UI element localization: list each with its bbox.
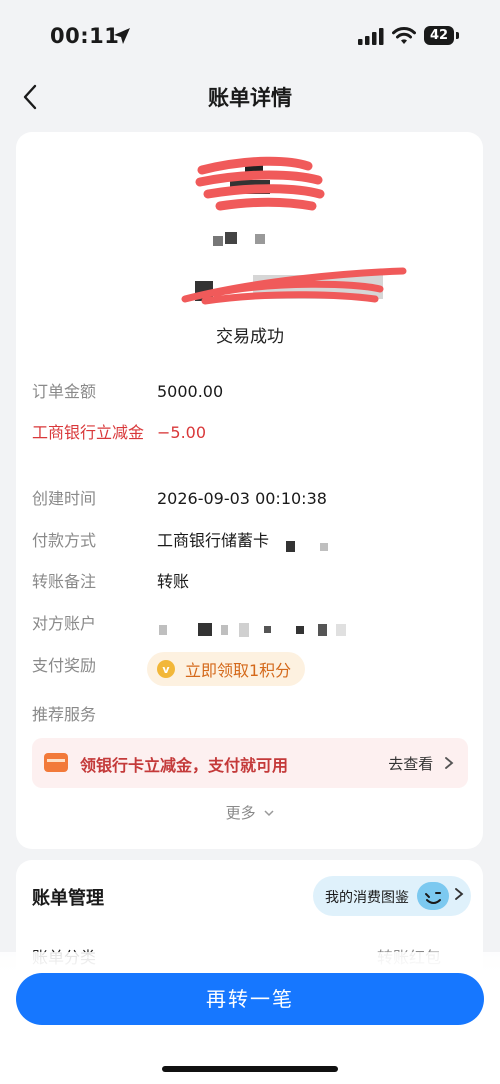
mascot-icon xyxy=(417,882,449,910)
more-label: 更多 xyxy=(225,804,256,822)
detail-value: −5.00 xyxy=(157,423,207,442)
promo-view-link[interactable]: 去查看 xyxy=(388,753,454,774)
management-title: 账单管理 xyxy=(32,888,104,909)
redacted-amount xyxy=(181,267,407,305)
detail-label: 推荐服务 xyxy=(32,705,97,724)
detail-value: 工商银行储蓄卡 xyxy=(157,531,270,550)
redacted-card-number xyxy=(280,536,329,555)
bank-card-icon xyxy=(44,753,68,772)
consumption-chart-button[interactable]: 我的消费图鉴 xyxy=(313,876,471,916)
status-bar: 00:11 42 xyxy=(0,0,500,70)
detail-label: 转账备注 xyxy=(32,572,97,591)
consumption-label: 我的消费图鉴 xyxy=(325,890,409,906)
page-title: 账单详情 xyxy=(208,86,292,110)
home-indicator xyxy=(162,1066,338,1072)
points-coin-icon: v xyxy=(157,660,175,678)
wifi-icon xyxy=(392,27,416,44)
chevron-right-icon xyxy=(445,757,454,769)
claim-points-label: 立即领取1积分 xyxy=(185,661,292,680)
redacted-avatar xyxy=(195,156,325,211)
detail-label: 工商银行立减金 xyxy=(32,423,145,442)
transaction-status: 交易成功 xyxy=(216,327,284,347)
redacted-name xyxy=(213,232,265,246)
cellular-signal-icon xyxy=(358,28,384,45)
detail-value: 2026-09-03 00:10:38 xyxy=(157,489,327,508)
claim-points-button[interactable]: v 立即领取1积分 xyxy=(147,652,306,686)
location-arrow-icon xyxy=(114,28,130,44)
detail-label: 创建时间 xyxy=(32,489,97,508)
battery-nub xyxy=(456,32,459,39)
detail-label: 订单金额 xyxy=(32,382,97,401)
promo-text: 领银行卡立减金，支付就可用 xyxy=(80,756,289,775)
detail-label: 对方账户 xyxy=(32,614,97,633)
battery-indicator: 42 xyxy=(424,26,454,45)
detail-label: 支付奖励 xyxy=(32,656,97,675)
redacted-account xyxy=(159,619,346,638)
detail-value: 5000.00 xyxy=(157,382,224,401)
promo-link-label: 去查看 xyxy=(388,755,434,773)
chevron-down-icon xyxy=(264,810,274,817)
bank-card-promo-banner[interactable]: 领银行卡立减金，支付就可用 去查看 xyxy=(32,738,468,788)
more-button[interactable]: 更多 xyxy=(0,802,500,823)
status-time: 00:11 xyxy=(50,24,120,48)
detail-label: 付款方式 xyxy=(32,531,97,550)
chevron-right-icon xyxy=(455,888,464,900)
detail-value: 转账 xyxy=(157,572,190,591)
transfer-again-button[interactable]: 再转一笔 xyxy=(16,973,484,1025)
